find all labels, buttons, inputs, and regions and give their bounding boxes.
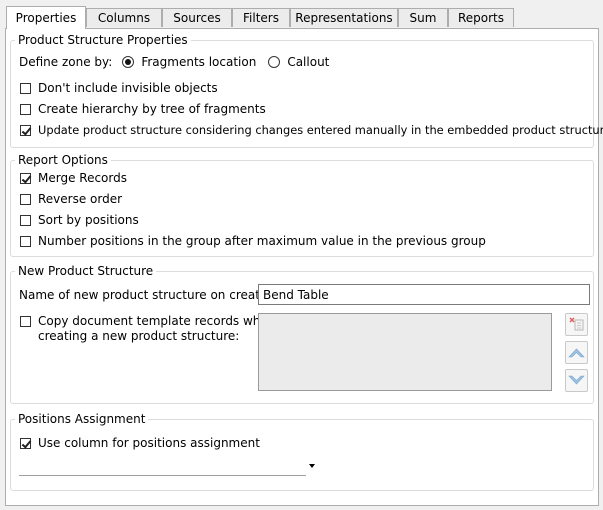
- tab-sum[interactable]: Sum: [398, 8, 448, 27]
- tab-properties[interactable]: Properties: [6, 6, 86, 29]
- sort-positions-label: Sort by positions: [38, 213, 139, 227]
- clear-list-button[interactable]: [565, 313, 588, 336]
- copy-template-checkbox[interactable]: [20, 315, 31, 327]
- define-zone-label: Define zone by:: [19, 55, 113, 69]
- fragments-location-label[interactable]: Fragments location: [141, 55, 256, 69]
- sort-positions-option[interactable]: Sort by positions: [20, 212, 139, 228]
- sort-positions-checkbox[interactable]: [20, 214, 31, 226]
- chevron-down-icon[interactable]: [309, 464, 315, 468]
- move-down-button[interactable]: [565, 369, 588, 392]
- hierarchy-label: Create hierarchy by tree of fragments: [38, 102, 266, 116]
- update-structure-checkbox[interactable]: [20, 124, 31, 136]
- structure-name-input[interactable]: [258, 284, 590, 305]
- callout-label[interactable]: Callout: [287, 55, 329, 69]
- invisible-objects-option[interactable]: Don't include invisible objects: [20, 80, 218, 96]
- use-column-option[interactable]: Use column for positions assignment: [20, 435, 260, 451]
- number-positions-checkbox[interactable]: [20, 235, 31, 247]
- new-structure-legend: New Product Structure: [18, 264, 154, 278]
- move-up-icon: [568, 348, 585, 358]
- tab-representations-label: Representations: [295, 11, 393, 25]
- hierarchy-option[interactable]: Create hierarchy by tree of fragments: [20, 101, 266, 117]
- copy-template-label-line1: Copy document template records when: [38, 314, 276, 328]
- tab-columns-label: Columns: [97, 11, 151, 25]
- move-down-icon: [568, 375, 585, 385]
- structure-name-label: Name of new product structure on creatio…: [19, 288, 283, 302]
- use-column-label: Use column for positions assignment: [38, 436, 260, 450]
- use-column-checkbox[interactable]: [20, 437, 31, 449]
- template-records-list[interactable]: [258, 313, 552, 391]
- report-options-legend: Report Options: [18, 153, 108, 167]
- tab-filters[interactable]: Filters: [232, 8, 290, 27]
- fragments-location-radio[interactable]: [122, 56, 135, 68]
- product-structure-legend: Product Structure Properties: [18, 33, 188, 47]
- move-up-button[interactable]: [565, 341, 588, 364]
- tab-sources-label: Sources: [173, 11, 221, 25]
- reverse-order-label: Reverse order: [38, 192, 123, 206]
- tab-columns[interactable]: Columns: [86, 8, 162, 27]
- merge-records-checkbox[interactable]: [20, 172, 31, 184]
- tab-sources[interactable]: Sources: [162, 8, 232, 27]
- merge-records-option[interactable]: Merge Records: [20, 170, 127, 186]
- tab-properties-label: Properties: [15, 11, 77, 25]
- positions-assignment-group: Positions Assignment: [10, 412, 594, 491]
- copy-template-label-line2: creating a new product structure:: [38, 329, 240, 343]
- update-structure-label: Update product structure considering cha…: [38, 123, 603, 137]
- reverse-order-option[interactable]: Reverse order: [20, 191, 122, 207]
- callout-radio[interactable]: [268, 56, 281, 68]
- tab-representations[interactable]: Representations: [290, 8, 398, 27]
- position-column-select[interactable]: [19, 456, 306, 476]
- number-positions-option[interactable]: Number positions in the group after maxi…: [20, 233, 486, 249]
- tab-sum-label: Sum: [409, 11, 437, 25]
- invisible-objects-label: Don't include invisible objects: [38, 81, 218, 95]
- properties-panel: Product Structure Properties Define zone…: [5, 28, 603, 506]
- reverse-order-checkbox[interactable]: [20, 193, 31, 205]
- tab-reports[interactable]: Reports: [448, 8, 514, 27]
- update-structure-option[interactable]: Update product structure considering cha…: [20, 122, 603, 138]
- structure-name-row: Name of new product structure on creatio…: [19, 287, 282, 303]
- hierarchy-checkbox[interactable]: [20, 103, 31, 115]
- number-positions-label: Number positions in the group after maxi…: [38, 234, 486, 248]
- define-zone-row: Define zone by: Fragments location Callo…: [19, 54, 329, 70]
- tab-reports-label: Reports: [457, 11, 505, 25]
- positions-assignment-legend: Positions Assignment: [18, 412, 146, 426]
- clear-list-icon: [569, 317, 584, 331]
- merge-records-label: Merge Records: [38, 171, 127, 185]
- invisible-objects-checkbox[interactable]: [20, 82, 31, 94]
- tab-bar: Properties Columns Sources Filters Repre…: [6, 6, 603, 29]
- copy-template-label-row2: creating a new product structure:: [38, 328, 239, 344]
- tab-filters-label: Filters: [243, 11, 279, 25]
- copy-template-option[interactable]: Copy document template records when: [20, 313, 275, 329]
